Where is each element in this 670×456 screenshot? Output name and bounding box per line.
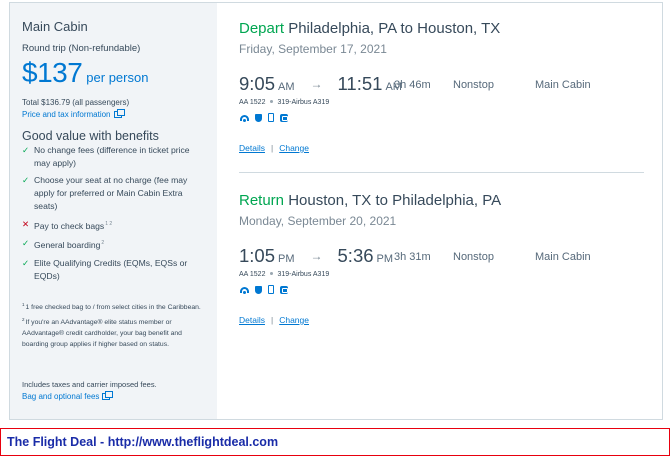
link-separator: |: [270, 315, 274, 325]
departure-ampm: PM: [278, 253, 295, 265]
footnote: 2If you're an AAdvantage® elite status m…: [22, 314, 210, 350]
price-tax-info-label: Price and tax information: [22, 110, 111, 119]
departure-ampm: AM: [278, 81, 295, 93]
stops: Nonstop: [453, 251, 494, 263]
leg-title-depart: Depart Philadelphia, PA to Houston, TX: [239, 20, 500, 37]
wifi-icon: [240, 114, 249, 122]
benefit-text: No change fees (difference in ticket pri…: [34, 145, 190, 168]
arrival-time: 11:51: [337, 73, 383, 94]
leg-links: Details | Change: [239, 143, 309, 153]
benefits-list: ✓ No change fees (difference in ticket pr…: [22, 144, 208, 288]
external-link-icon: [102, 391, 114, 400]
leg-times: 1:05 PM → 5:36 PM: [239, 245, 393, 267]
check-icon: ✓: [22, 145, 30, 155]
leg-route: Philadelphia, PA to Houston, TX: [288, 20, 501, 37]
change-link[interactable]: Change: [279, 143, 309, 153]
arrow-right-icon: →: [310, 77, 323, 91]
price-amount: $137: [22, 57, 83, 88]
details-link[interactable]: Details: [239, 143, 265, 153]
stops: Nonstop: [453, 79, 494, 91]
fare-card: Main Cabin Round trip (Non-refundable) $…: [9, 2, 663, 420]
bag-fees-link[interactable]: Bag and optional fees: [22, 391, 114, 401]
arrow-right-icon: →: [310, 249, 323, 263]
separator-dot: [270, 100, 274, 103]
cross-icon: ✕: [22, 218, 30, 229]
power-icon: [255, 285, 262, 294]
total-price: Total $136.79 (all passengers): [22, 98, 130, 107]
leg-links: Details | Change: [239, 315, 309, 325]
amenities: [240, 285, 288, 294]
footnote: 11 free checked bag to / from select cit…: [22, 299, 210, 313]
price-tax-info-link[interactable]: Price and tax information: [22, 109, 125, 119]
flight-number: AA 1522: [239, 271, 266, 278]
benefit-text: General boarding: [34, 240, 101, 251]
benefit-item: ✓ General boarding2: [22, 237, 208, 252]
check-icon: ✓: [22, 258, 30, 269]
footnotes: 11 free checked bag to / from select cit…: [22, 299, 210, 351]
departure-time: 9:05: [239, 73, 276, 94]
leg-times: 9:05 AM → 11:51 AM: [239, 73, 402, 95]
benefit-text: Pay to check bags: [34, 220, 105, 231]
banner-text: The Flight Deal - http://www.theflightde…: [7, 435, 279, 449]
leg-verb: Return: [239, 192, 285, 209]
departure-time: 1:05: [239, 245, 276, 266]
benefit-item: ✓ Elite Qualifying Credits (EQMs, EQSs or…: [22, 257, 208, 282]
check-icon: ✓: [22, 175, 30, 186]
price: $137 per person: [22, 57, 148, 89]
includes-taxes-note: Includes taxes and carrier imposed fees.: [22, 380, 157, 389]
benefit-item: ✕ Pay to check bags1 2: [22, 218, 208, 233]
aircraft: 319-Airbus A319: [277, 99, 330, 106]
flight-info: AA 1522 319-Airbus A319: [239, 271, 329, 278]
cabin: Main Cabin: [535, 251, 591, 263]
footnote-number: 1: [22, 302, 25, 307]
trip-type: Round trip (Non-refundable): [22, 43, 141, 54]
external-link-icon: [113, 109, 125, 118]
bag-fees-label: Bag and optional fees: [22, 392, 100, 401]
aircraft: 319-Airbus A319: [277, 271, 330, 278]
leg-date: Monday, September 20, 2021: [239, 214, 397, 228]
duration: 3h 46m: [394, 79, 431, 91]
phone-icon: [268, 285, 274, 294]
check-icon: ✓: [22, 238, 30, 249]
entertainment-icon: [280, 113, 288, 122]
leg-date: Friday, September 17, 2021: [239, 42, 387, 56]
wifi-icon: [240, 286, 249, 294]
footnote-ref: 1 2: [105, 220, 113, 227]
benefit-item: ✓ Choose your seat at no charge (fee may …: [22, 174, 208, 212]
itinerary: Depart Philadelphia, PA to Houston, TX F…: [217, 3, 662, 419]
footnote-text: 1 free checked bag to / from select citi…: [25, 304, 201, 311]
leg-route: Houston, TX to Philadelphia, PA: [288, 192, 502, 209]
amenities: [240, 113, 288, 122]
link-separator: |: [270, 143, 274, 153]
duration: 3h 31m: [394, 251, 431, 263]
power-icon: [255, 113, 262, 122]
phone-icon: [268, 113, 274, 122]
benefit-text: Choose your seat at no charge (fee may a…: [34, 175, 188, 211]
cabin: Main Cabin: [535, 79, 591, 91]
leg-divider: [239, 172, 644, 173]
arrival-time: 5:36: [337, 245, 374, 266]
footnote-text: If you're an AAdvantage® elite status me…: [22, 319, 182, 348]
entertainment-icon: [280, 285, 288, 294]
benefit-item: ✓ No change fees (difference in ticket pr…: [22, 144, 208, 169]
watermark-banner: The Flight Deal - http://www.theflightde…: [0, 428, 670, 456]
footnote-number: 2: [22, 317, 25, 322]
flight-info: AA 1522 319-Airbus A319: [239, 99, 329, 106]
arrival-ampm: PM: [376, 253, 394, 265]
leg-verb: Depart: [239, 20, 285, 37]
leg-title-return: Return Houston, TX to Philadelphia, PA: [239, 192, 501, 209]
price-per-person: per person: [86, 70, 149, 85]
benefit-text: Elite Qualifying Credits (EQMs, EQSs or …: [34, 258, 188, 281]
change-link[interactable]: Change: [279, 315, 309, 325]
benefits-title: Good value with benefits: [22, 129, 159, 143]
cabin-title: Main Cabin: [22, 19, 88, 34]
fare-summary-sidebar: Main Cabin Round trip (Non-refundable) $…: [10, 3, 217, 419]
separator-dot: [270, 272, 274, 275]
flight-number: AA 1522: [239, 99, 266, 106]
footnote-ref: 2: [101, 240, 105, 247]
details-link[interactable]: Details: [239, 315, 265, 325]
